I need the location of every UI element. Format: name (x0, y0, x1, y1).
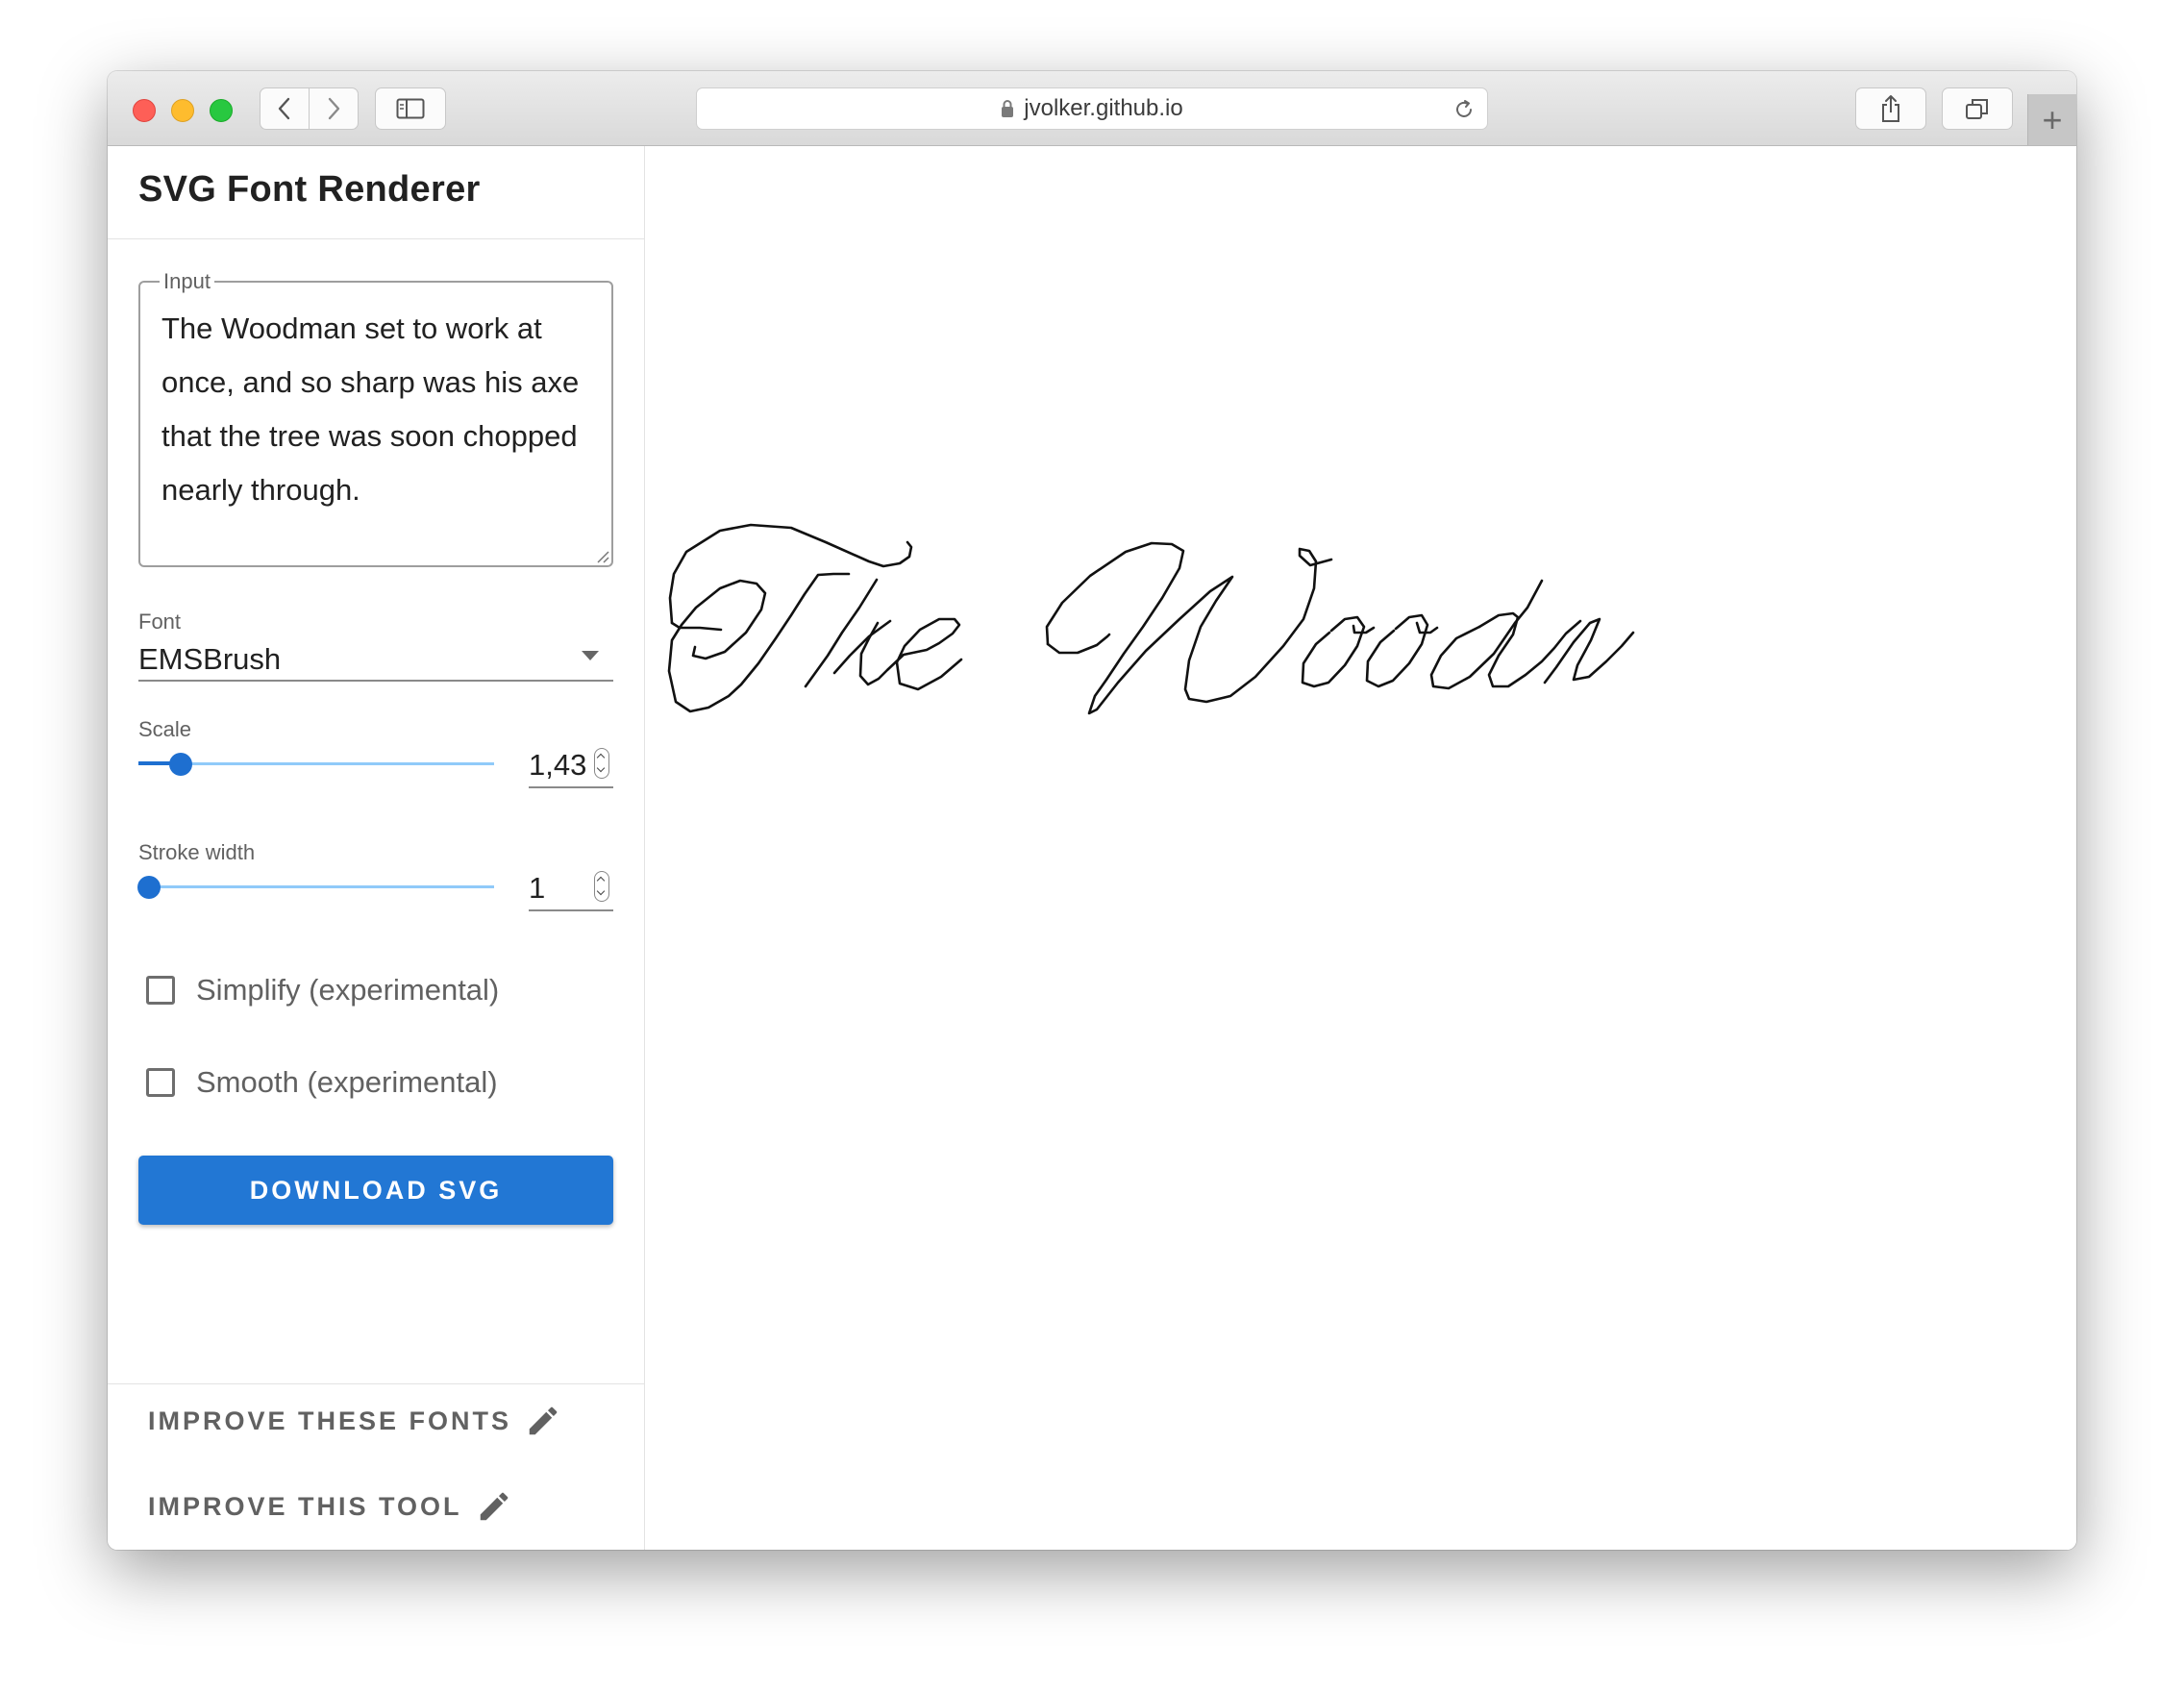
font-label: Font (138, 610, 182, 634)
font-select[interactable]: EMSBrush (138, 642, 281, 677)
download-svg-button[interactable]: DOWNLOAD SVG (138, 1156, 613, 1225)
minimize-window-button[interactable] (171, 99, 194, 122)
plus-icon: + (2042, 99, 2063, 139)
app-title: SVG Font Renderer (138, 169, 481, 210)
chevron-right-icon (328, 97, 340, 120)
scale-number-input[interactable]: 1,43 (529, 740, 613, 788)
input-textarea[interactable]: Input The Woodman set to work at once, a… (138, 269, 613, 567)
stroke-width-label: Stroke width (138, 840, 256, 864)
stepper-arrows-icon[interactable] (594, 871, 609, 902)
new-tab-button[interactable]: + (2027, 94, 2076, 145)
close-window-button[interactable] (133, 99, 156, 122)
header-divider (108, 238, 644, 239)
share-icon (1882, 95, 1899, 122)
address-bar[interactable]: jvolker.github.io (696, 87, 1488, 130)
zoom-window-button[interactable] (210, 99, 233, 122)
sidebar: SVG Font Renderer Input The Woodman set … (108, 146, 645, 1550)
svg-preview-canvas (645, 146, 2076, 1550)
pencil-icon (529, 1406, 558, 1435)
browser-window: jvolker.github.io + SVG Font Renderer In… (108, 71, 2076, 1550)
smooth-option[interactable]: Smooth (experimental) (146, 1065, 498, 1100)
improve-tool-link[interactable]: IMPROVE THIS TOOL (148, 1488, 512, 1525)
address-display: jvolker.github.io (697, 88, 1487, 129)
stroke-width-number-input[interactable]: 1 (529, 863, 613, 911)
improve-tool-label[interactable]: IMPROVE THIS TOOL (148, 1492, 462, 1522)
pencil-icon (480, 1492, 508, 1521)
font-select-underline (138, 680, 613, 682)
tabs-icon (1966, 99, 1988, 119)
reload-icon[interactable] (1452, 98, 1476, 121)
scale-slider-thumb[interactable] (169, 753, 193, 776)
lock-icon (1002, 100, 1014, 117)
forward-button[interactable] (309, 87, 359, 130)
footer-divider (108, 1383, 644, 1384)
stepper-arrows-icon[interactable] (594, 748, 609, 779)
simplify-checkbox[interactable] (146, 976, 175, 1005)
url-text: jvolker.github.io (1024, 95, 1183, 121)
scale-value[interactable]: 1,43 (529, 748, 586, 783)
simplify-label[interactable]: Simplify (experimental) (196, 973, 499, 1008)
stroke-width-value[interactable]: 1 (529, 871, 545, 906)
improve-fonts-link[interactable]: IMPROVE THESE FONTS (148, 1403, 561, 1439)
input-label: Input (160, 269, 214, 294)
smooth-label[interactable]: Smooth (experimental) (196, 1065, 498, 1100)
share-button[interactable] (1855, 87, 1926, 130)
sidebar-icon (396, 98, 425, 119)
show-tabs-button[interactable] (1942, 87, 2013, 130)
caret-down-icon[interactable] (582, 651, 599, 660)
smooth-checkbox[interactable] (146, 1068, 175, 1097)
sidebar-toggle-button[interactable] (375, 87, 446, 130)
input-text[interactable]: The Woodman set to work at once, and so … (161, 302, 604, 517)
rendered-script-words (645, 146, 2076, 1550)
resize-handle-icon[interactable] (596, 550, 609, 563)
browser-toolbar: jvolker.github.io + (108, 71, 2076, 146)
stroke-width-slider-track[interactable] (138, 885, 494, 888)
simplify-option[interactable]: Simplify (experimental) (146, 973, 499, 1008)
chevron-left-icon (278, 97, 290, 120)
stroke-width-slider-thumb[interactable] (137, 876, 161, 899)
improve-fonts-label[interactable]: IMPROVE THESE FONTS (148, 1406, 511, 1436)
scale-label: Scale (138, 717, 192, 741)
back-button[interactable] (260, 87, 310, 130)
